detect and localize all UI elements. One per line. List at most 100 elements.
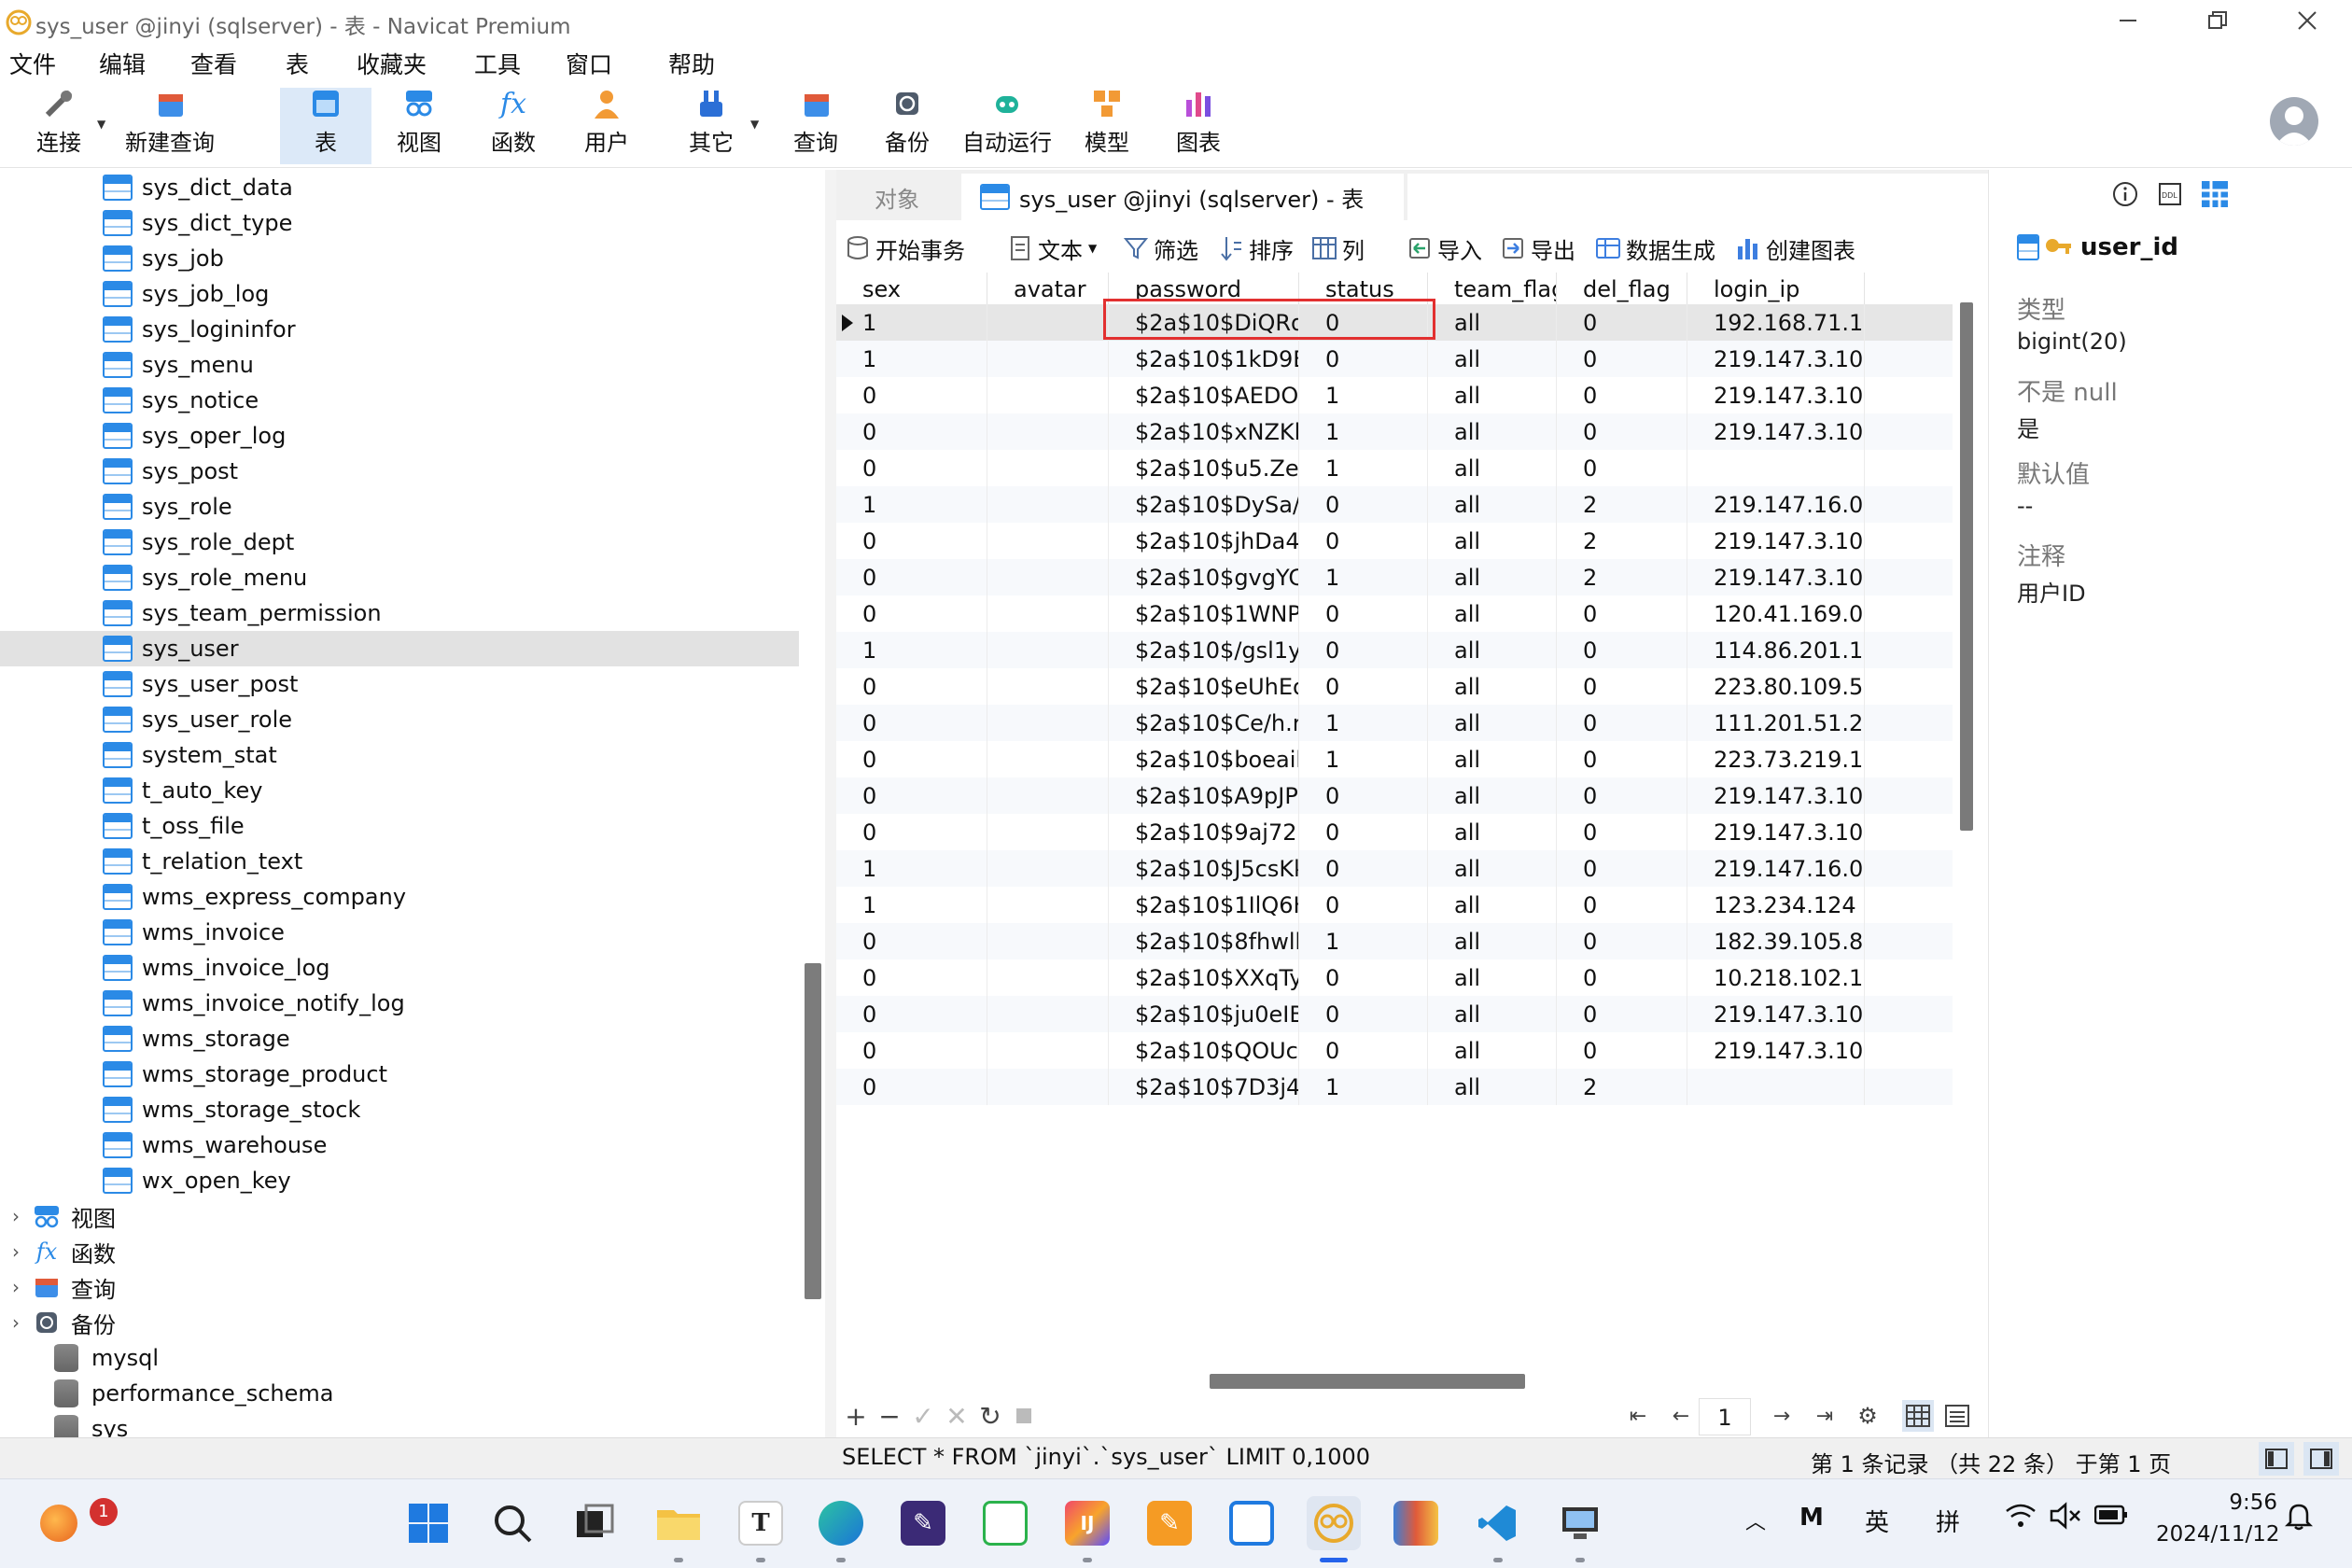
cell-login-ip[interactable]: 219.147.3.10 — [1687, 996, 1865, 1032]
cell-login-ip[interactable]: 10.218.102.1 — [1687, 959, 1865, 996]
info-icon[interactable] — [2110, 179, 2140, 209]
cell-avatar[interactable] — [987, 923, 1109, 959]
tree-scrollbar[interactable] — [805, 963, 821, 1299]
cell-avatar[interactable] — [987, 595, 1109, 632]
model-button[interactable]: 模型 — [1062, 88, 1152, 164]
cell-team-flag[interactable]: all — [1428, 595, 1557, 632]
volume-muted-icon[interactable] — [2050, 1502, 2081, 1536]
discard-changes-icon[interactable]: ✕ — [941, 1400, 973, 1432]
cell-avatar[interactable] — [987, 341, 1109, 377]
tree-table-sys-team-permission[interactable]: sys_team_permission — [0, 595, 799, 631]
file-explorer-icon[interactable] — [651, 1496, 706, 1550]
cell-login-ip[interactable]: 219.147.3.10 — [1687, 777, 1865, 814]
cell-team-flag[interactable]: all — [1428, 413, 1557, 450]
search-icon[interactable] — [485, 1496, 539, 1550]
cell-avatar[interactable] — [987, 741, 1109, 777]
column-header-login-ip[interactable]: login_ip — [1687, 273, 1865, 304]
cell-password[interactable]: $2a$10$8fhwlhGFrEEA/iz — [1109, 923, 1299, 959]
column-header-team-flag[interactable]: team_flag — [1428, 273, 1557, 304]
cell-team-flag[interactable]: all — [1428, 996, 1557, 1032]
table-row[interactable]: 0$2a$10$eUhEoX7FCBAL60all0223.80.109.5 — [836, 668, 1953, 705]
cell-status[interactable]: 1 — [1299, 705, 1428, 741]
cell-sex[interactable]: 1 — [836, 632, 987, 668]
tree-database-mysql[interactable]: mysql — [0, 1340, 799, 1376]
stop-icon[interactable] — [1008, 1400, 1040, 1432]
cell-avatar[interactable] — [987, 1069, 1109, 1105]
tree-table-wms-invoice-notify-log[interactable]: wms_invoice_notify_log — [0, 986, 799, 1021]
cell-status[interactable]: 1 — [1299, 923, 1428, 959]
cell-login-ip[interactable]: 182.39.105.8 — [1687, 923, 1865, 959]
tree-table-sys-user[interactable]: sys_user — [0, 631, 799, 666]
tree-table-sys-job-log[interactable]: sys_job_log — [0, 276, 799, 312]
table-row[interactable]: 0$2a$10$AEDOdPhvAW2(1all0219.147.3.10 — [836, 377, 1953, 413]
form-view-icon[interactable] — [1941, 1400, 1973, 1432]
tree-table-wms-storage[interactable]: wms_storage — [0, 1021, 799, 1057]
first-page-icon[interactable]: ⇤ — [1622, 1400, 1654, 1432]
other-button[interactable]: 其它 — [666, 88, 756, 164]
cell-login-ip[interactable]: 114.86.201.1 — [1687, 632, 1865, 668]
cell-avatar[interactable] — [987, 668, 1109, 705]
cell-password[interactable]: $2a$10$AEDOdPhvAW2( — [1109, 377, 1299, 413]
grid-vertical-scrollbar[interactable] — [1960, 302, 1973, 831]
cell-password[interactable]: $2a$10$gvgYC9stN/MGu — [1109, 559, 1299, 595]
cell-sex[interactable]: 0 — [836, 996, 987, 1032]
cell-del-flag[interactable]: 0 — [1557, 341, 1687, 377]
cell-team-flag[interactable]: all — [1428, 777, 1557, 814]
export-button[interactable]: 导出 — [1499, 231, 1575, 265]
query-button[interactable]: 查询 — [771, 88, 861, 164]
cell-status[interactable]: 0 — [1299, 814, 1428, 850]
cell-avatar[interactable] — [987, 814, 1109, 850]
tree-database-sys[interactable]: sys — [0, 1411, 799, 1437]
start-menu-icon[interactable] — [401, 1496, 455, 1550]
text-view-button[interactable]: 文本 ▼ — [1006, 231, 1097, 265]
tray-overflow-chevron-icon[interactable]: ︿ — [1745, 1505, 1766, 1535]
cell-sex[interactable]: 0 — [836, 959, 987, 996]
input-method-logo-icon[interactable]: M — [1799, 1504, 1824, 1532]
cell-password[interactable]: $2a$10$1WNPfVzntA0rs — [1109, 595, 1299, 632]
cell-del-flag[interactable]: 0 — [1557, 923, 1687, 959]
function-button[interactable]: fx 函数 — [467, 88, 560, 164]
cell-team-flag[interactable]: all — [1428, 668, 1557, 705]
table-row[interactable]: 0$2a$10$boeailKQuoQsrb1all0223.73.219.1 — [836, 741, 1953, 777]
cell-sex[interactable]: 1 — [836, 887, 987, 923]
cell-password[interactable]: $2a$10$boeailKQuoQsrb — [1109, 741, 1299, 777]
cell-sex[interactable]: 1 — [836, 341, 987, 377]
import-button[interactable]: 导入 — [1406, 231, 1482, 265]
next-page-icon[interactable]: → — [1766, 1400, 1798, 1432]
task-view-icon[interactable] — [567, 1496, 622, 1550]
tree-group-function[interactable]: › fx 函数 — [0, 1234, 799, 1269]
left-pane-toggle-icon[interactable] — [2259, 1442, 2294, 1476]
cell-team-flag[interactable]: all — [1428, 304, 1557, 341]
cell-status[interactable]: 0 — [1299, 486, 1428, 523]
menu-favorites[interactable]: 收藏夹 — [357, 45, 427, 86]
cell-sex[interactable]: 0 — [836, 595, 987, 632]
chevron-right-icon[interactable]: › — [4, 1311, 28, 1334]
tree-table-sys-user-post[interactable]: sys_user_post — [0, 666, 799, 702]
table-row[interactable]: 0$2a$10$A9pJPv1tUyRXrc0all0219.147.3.10 — [836, 777, 1953, 814]
cell-del-flag[interactable]: 0 — [1557, 777, 1687, 814]
cell-avatar[interactable] — [987, 1032, 1109, 1069]
cell-login-ip[interactable]: 192.168.71.1 — [1687, 304, 1865, 341]
vscode-icon[interactable] — [1471, 1496, 1525, 1550]
cell-password[interactable]: $2a$10$eUhEoX7FCBAL6 — [1109, 668, 1299, 705]
ddl-icon[interactable]: DDL — [2155, 179, 2185, 209]
tab-sys-user[interactable]: sys_user @jinyi (sqlserver) - 表 — [961, 174, 1404, 220]
cell-sex[interactable]: 1 — [836, 304, 987, 341]
cell-avatar[interactable] — [987, 304, 1109, 341]
cell-status[interactable]: 0 — [1299, 304, 1428, 341]
menu-tools[interactable]: 工具 — [474, 45, 521, 86]
cell-login-ip[interactable]: 223.73.219.1 — [1687, 741, 1865, 777]
table-button[interactable]: 表 — [280, 88, 371, 164]
cell-password[interactable]: $2a$10$A9pJPv1tUyRXrc — [1109, 777, 1299, 814]
right-pane-toggle-icon[interactable] — [2303, 1442, 2339, 1476]
cell-password[interactable]: $2a$10$u5.ZelMz/jAHEd — [1109, 450, 1299, 486]
cell-sex[interactable]: 0 — [836, 777, 987, 814]
cell-avatar[interactable] — [987, 632, 1109, 668]
add-record-icon[interactable]: + — [840, 1400, 872, 1432]
data-generation-button[interactable]: 数据生成 — [1594, 231, 1715, 265]
cell-avatar[interactable] — [987, 377, 1109, 413]
tree-database-performance-schema[interactable]: performance_schema — [0, 1376, 799, 1411]
tab-objects[interactable]: 对象 — [836, 174, 958, 220]
cell-team-flag[interactable]: all — [1428, 1032, 1557, 1069]
cell-avatar[interactable] — [987, 559, 1109, 595]
